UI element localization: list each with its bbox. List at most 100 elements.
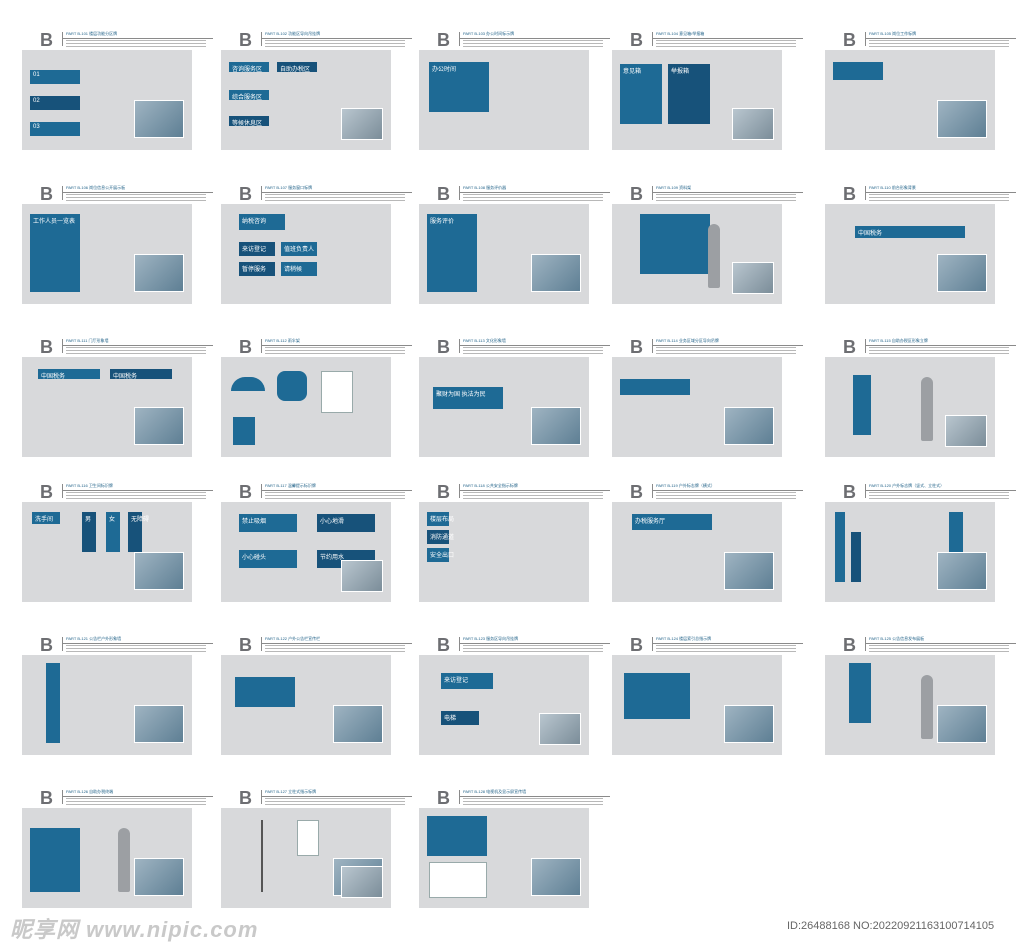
description-line [869, 648, 1009, 649]
installation-photo [134, 705, 184, 743]
description-text [656, 194, 796, 203]
catalog-grid: B PART B-101 楼层功能分区牌 01 02 03 B PART B-102 功能区… [0, 0, 1024, 916]
description-line [463, 43, 603, 44]
description-line [656, 40, 796, 41]
sign-board: 请稍候 [281, 262, 317, 276]
design-panel: 服务评价 [419, 204, 589, 304]
description-line [869, 40, 1009, 41]
sign-label: 暂停服务 [242, 267, 267, 273]
part-code: PART B-115 自助办税区形象立牌 [869, 338, 928, 343]
header-rule [652, 643, 803, 644]
description-line [869, 200, 1009, 201]
sign-board: 纳税咨询 [239, 214, 285, 230]
sign-label: 女 [109, 517, 116, 523]
catalog-page: B PART B-122 户外公告栏宣传栏 [221, 633, 416, 763]
design-panel: 01 02 03 [22, 50, 192, 150]
catalog-page: B PART B-123 服务区导向吊挂牌 来访登记 电梯 [419, 633, 614, 763]
description-line [869, 347, 1009, 348]
description-line [265, 43, 405, 44]
description-text [66, 492, 206, 501]
stand-pole [261, 820, 263, 892]
description-text [869, 347, 1009, 356]
header-divider [261, 339, 262, 353]
description-line [66, 498, 206, 499]
description-line [66, 798, 206, 799]
design-panel [825, 655, 995, 755]
part-code: PART B-105 岗位工作标牌 [869, 31, 917, 36]
part-code: PART B-101 楼层功能分区牌 [66, 31, 118, 36]
description-text [66, 40, 206, 49]
section-letter: B [437, 184, 450, 204]
header-rule [865, 38, 1016, 39]
sign-board: 女 [106, 512, 120, 552]
header-divider [62, 484, 63, 498]
description-line [463, 46, 603, 47]
description-line [463, 495, 603, 496]
description-line [656, 43, 796, 44]
description-line [265, 645, 405, 646]
catalog-page: B PART B-106 岗位信息公开展示板 工作人员一览表 [22, 182, 217, 312]
header-rule [652, 345, 803, 346]
catalog-page: B PART B-127 立柱式指示标牌 [221, 786, 416, 916]
design-panel [22, 808, 192, 908]
sign-board: 小心碰头 [239, 550, 297, 568]
part-code: PART B-112 雨伞架 [265, 338, 300, 343]
header-divider [652, 484, 653, 498]
sign-board [30, 828, 80, 892]
sign-board [853, 375, 871, 435]
description-text [463, 492, 603, 501]
description-line [463, 194, 603, 195]
sign-label: 综合服务区 [232, 95, 263, 101]
section-letter: B [630, 30, 643, 50]
description-line [265, 350, 405, 351]
description-line [66, 495, 206, 496]
part-code: PART B-124 楼层索引总指示牌 [656, 636, 712, 641]
installation-photo [531, 858, 581, 896]
sign-label: 举报箱 [671, 69, 690, 75]
sign-board: 来访登记 [239, 242, 275, 256]
installation-photo [134, 407, 184, 445]
installation-photo [134, 552, 184, 590]
description-text [265, 492, 405, 501]
sign-board: 综合服务区 [229, 90, 269, 101]
catalog-page: B PART B-119 户外标志牌（横式） 办税服务厅 [612, 480, 807, 610]
header-divider [459, 186, 460, 200]
catalog-page: B PART B-102 功能区导向吊挂牌 咨询服务区 自助办税区 综合服务区 等候休息区 [221, 28, 416, 158]
section-letter: B [437, 788, 450, 808]
description-line [265, 46, 405, 47]
sign-board [833, 62, 883, 80]
part-code: PART B-109 资料架 [656, 185, 692, 190]
section-letter: B [40, 30, 53, 50]
header-rule [62, 192, 213, 193]
header-divider [459, 32, 460, 46]
sign-board: 禁止吸烟 [239, 514, 297, 532]
sign-label: 消防通道 [430, 535, 455, 541]
design-panel [221, 357, 391, 457]
section-letter: B [630, 184, 643, 204]
sign-label: 来访登记 [242, 247, 267, 253]
part-code: PART B-118 公共安全指示标牌 [463, 483, 518, 488]
sign-board: 暂停服务 [239, 262, 275, 276]
sign-label: 洗手间 [35, 517, 54, 523]
sign-board [835, 512, 845, 582]
description-line [656, 194, 796, 195]
design-panel [612, 357, 782, 457]
sign-label: 男 [85, 517, 92, 523]
section-letter: B [40, 184, 53, 204]
header-rule [261, 38, 412, 39]
section-letter: B [630, 482, 643, 502]
description-line [463, 798, 603, 799]
part-code: PART B-122 户外公告栏宣传栏 [265, 636, 321, 641]
header-divider [865, 339, 866, 353]
sign-board: 洗手间 [32, 512, 60, 524]
description-line [463, 350, 603, 351]
description-text [265, 798, 405, 807]
design-panel [825, 502, 995, 602]
description-line [66, 40, 206, 41]
description-line [656, 347, 796, 348]
catalog-page: B PART B-115 自助办税区形象立牌 [825, 335, 1020, 465]
design-panel: 禁止吸烟 小心地滑 小心碰头 节约用水 [221, 502, 391, 602]
description-line [66, 353, 206, 354]
design-panel: 聚财为国 执法为民 [419, 357, 589, 457]
sign-board: 楼层布局 [427, 512, 454, 526]
